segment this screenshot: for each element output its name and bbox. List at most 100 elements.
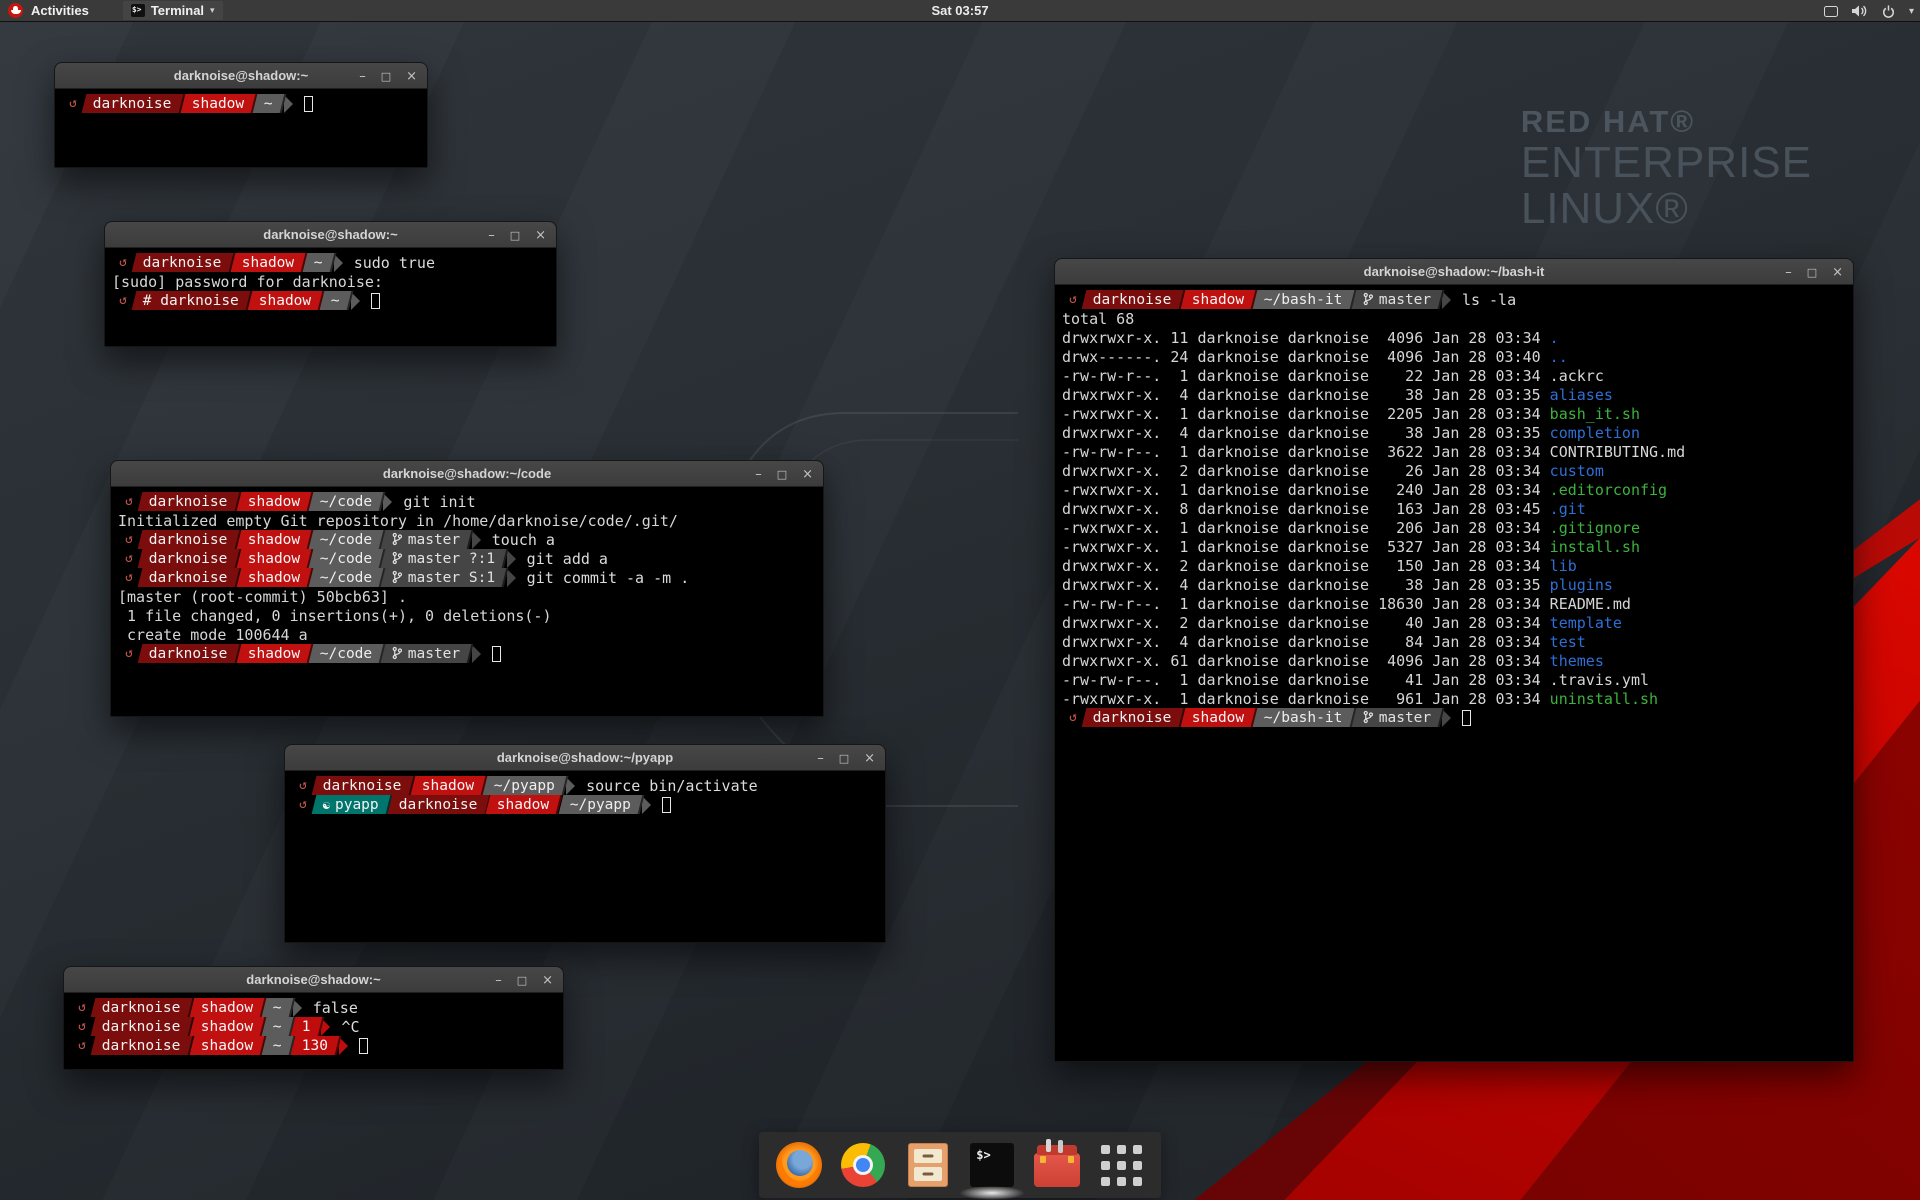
minimize-button[interactable]: – [817,752,824,765]
minimize-button[interactable]: – [359,70,366,83]
close-button[interactable]: × [542,974,553,987]
dock-toolbox[interactable] [1032,1139,1082,1191]
git-branch-icon [392,570,403,584]
terminal-line: drwxrwxr-x. 2 darknoise darknoise 150 Ja… [1062,556,1849,575]
git-branch-icon [1362,292,1373,306]
close-button[interactable]: × [864,752,875,765]
terminal-content[interactable]: ↺darknoiseshadow~/bash-itmasterls -latot… [1055,285,1853,1061]
terminal-line: -rwxrwxr-x. 1 darknoise darknoise 2205 J… [1062,404,1849,423]
prompt-segment-label: shadow [247,645,299,664]
prompt-segment-label: shadow [241,254,293,273]
grid-dot [1117,1145,1126,1154]
ls-row-attrs: drwx------. 24 darknoise darknoise 4096 … [1062,348,1550,366]
ls-row-attrs: -rw-rw-r--. 1 darknoise darknoise 22 Jan… [1062,367,1550,385]
prompt-os-icon: ↺ [118,494,140,509]
close-button[interactable]: × [1832,266,1843,279]
dock-terminal[interactable]: $> [967,1139,1017,1191]
prompt-segment-label: shadow [191,95,243,114]
output-text: [master (root-commit) 50bcb63] . [118,588,407,606]
grid-dot [1117,1161,1126,1170]
window-titlebar[interactable]: darknoise@shadow:~–□× [64,967,563,993]
terminal-line: -rwxrwxr-x. 1 darknoise darknoise 5327 J… [1062,537,1849,556]
prompt-segment-label: shadow [421,777,473,796]
prompt-segment-path: ~/pyapp [558,795,644,814]
screen-icon[interactable] [1824,6,1838,17]
window-titlebar[interactable]: darknoise@shadow:~/pyapp–□× [285,745,885,771]
terminal-content[interactable]: ↺darknoiseshadow~/pyappsource bin/activa… [285,771,885,942]
chevron-down-icon[interactable]: ▾ [1909,6,1914,17]
app-menu-label: Terminal [151,3,204,18]
grid-dot [1101,1145,1110,1154]
minimize-button[interactable]: – [1785,266,1792,279]
prompt-os-icon: ↺ [71,1000,93,1015]
window-titlebar[interactable]: darknoise@shadow:~–□× [105,222,556,248]
terminal-line: ↺darknoiseshadow~false [71,998,559,1017]
prompt-segment-user: darknoise [91,1017,194,1036]
minimize-button[interactable]: – [495,974,502,987]
prompt-arrow-icon [472,531,481,549]
prompt-arrow-icon [351,292,360,310]
maximize-button[interactable]: □ [510,230,520,241]
app-menu-terminal[interactable]: $> Terminal ▾ [123,1,223,20]
dock-chrome[interactable] [838,1139,888,1191]
prompt-segment-label: master S:1 [392,569,495,588]
ls-row-attrs: drwxrwxr-x. 11 darknoise darknoise 4096 … [1062,329,1550,347]
command-text: touch a [492,531,555,549]
close-button[interactable]: × [802,468,813,481]
ls-row-attrs: -rw-rw-r--. 1 darknoise darknoise 3622 J… [1062,443,1550,461]
maximize-button[interactable]: □ [517,975,527,986]
window-titlebar[interactable]: darknoise@shadow:~/code–□× [111,461,823,487]
prompt-segment-err: 130 [290,1036,341,1055]
minimize-button[interactable]: – [755,468,762,481]
prompt-segment-path: ~/code [309,644,386,663]
close-button[interactable]: × [406,70,417,83]
prompt-segment-label: master [1362,291,1430,310]
window-titlebar[interactable]: darknoise@shadow:~–□× [55,63,427,89]
prompt-os-icon: ↺ [71,1038,93,1053]
prompt-segment-path: ~ [303,253,336,272]
volume-icon[interactable] [1851,4,1868,18]
dock-files[interactable] [903,1139,953,1191]
prompt-segment-label: darknoise [1093,291,1172,310]
command-text: git init [403,493,475,511]
prompt-segment-user: darknoise [91,998,194,1017]
terminal-line: -rwxrwxr-x. 1 darknoise darknoise 206 Ja… [1062,518,1849,537]
prompt-segment-label: master ?:1 [392,550,495,569]
maximize-button[interactable]: □ [839,753,849,764]
terminal-line: ↺darknoiseshadow~/codemastertouch a [118,530,819,549]
clock[interactable]: Sat 03:57 [931,3,988,18]
window-controls: – □ × [1785,259,1843,285]
prompt-segment-path: ~/code [309,568,386,587]
prompt-segment-label: shadow [200,1018,252,1037]
terminal-content[interactable]: ↺darknoiseshadow~/codegit initInitialize… [111,487,823,716]
prompt-segment-label: ~ [314,254,323,273]
activities-button[interactable]: Activities [31,3,89,18]
prompt-segment-path: ~/code [309,530,386,549]
dock-appgrid[interactable] [1096,1139,1146,1191]
ls-row-attrs: drwxrwxr-x. 4 darknoise darknoise 38 Jan… [1062,576,1550,594]
power-icon[interactable] [1881,4,1896,19]
output-text: [sudo] password for darknoise: [112,273,383,291]
terminal-line: [master (root-commit) 50bcb63] . [118,587,819,606]
prompt-segment-path: ~/code [309,492,386,511]
terminal-line: -rw-rw-r--. 1 darknoise darknoise 22 Jan… [1062,366,1849,385]
close-button[interactable]: × [535,229,546,242]
output-text: total 68 [1062,310,1134,328]
terminal-content[interactable]: ↺darknoiseshadow~sudo true[sudo] passwor… [105,248,556,346]
maximize-button[interactable]: □ [381,71,391,82]
dock: $> [759,1132,1161,1198]
terminal-cursor [304,96,313,112]
prompt-os-icon: ↺ [118,570,140,585]
dock-firefox[interactable] [774,1139,824,1191]
terminal-line: -rwxrwxr-x. 1 darknoise darknoise 240 Ja… [1062,480,1849,499]
ls-row-filename: test [1550,633,1586,651]
maximize-button[interactable]: □ [1807,267,1817,278]
minimize-button[interactable]: – [488,229,495,242]
prompt-os-icon: ↺ [71,1019,93,1034]
window-titlebar[interactable]: darknoise@shadow:~/bash-it–□× [1055,259,1853,285]
prompt-segment-host: shadow [236,568,313,587]
terminal-content[interactable]: ↺darknoiseshadow~ [55,89,427,167]
firefox-icon [776,1142,822,1188]
terminal-content[interactable]: ↺darknoiseshadow~false↺darknoiseshadow~1… [64,993,563,1069]
maximize-button[interactable]: □ [777,469,787,480]
